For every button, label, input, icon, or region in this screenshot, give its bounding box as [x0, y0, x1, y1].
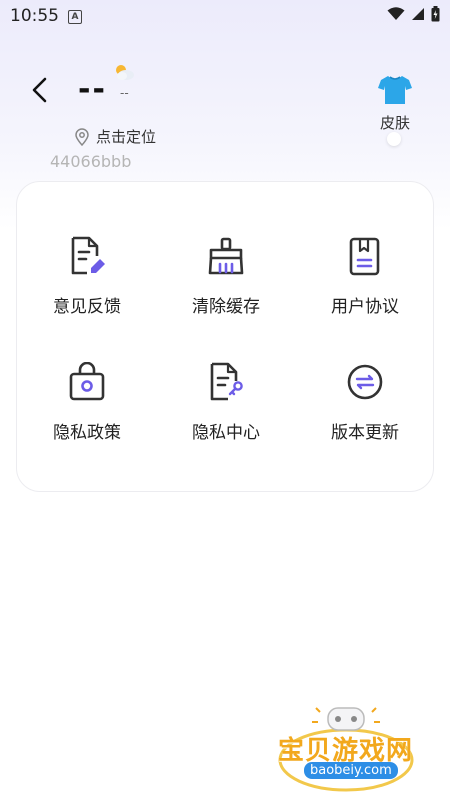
- watermark-logo: 宝贝游戏网 baobeiy.com: [272, 700, 422, 796]
- back-button[interactable]: [22, 72, 58, 108]
- watermark-site: baobeiy.com: [304, 762, 398, 779]
- clear-cache-item[interactable]: 清除缓存: [156, 234, 296, 317]
- version-update-label: 版本更新: [331, 423, 399, 443]
- shopping-bag-icon: [69, 362, 105, 401]
- tshirt-icon: [378, 76, 412, 104]
- page-title: --: [78, 72, 107, 107]
- broom-icon: [208, 237, 244, 275]
- status-time: 10:55: [10, 6, 59, 26]
- keyboard-a-icon: A: [68, 10, 82, 24]
- version-update-item[interactable]: 版本更新: [295, 360, 435, 443]
- partly-cloudy-icon: [112, 62, 136, 86]
- settings-card: 意见反馈 清除缓存 用户协议 隐私政策 隐私中心 版本更新: [16, 181, 434, 492]
- location-button[interactable]: 点击定位: [74, 126, 156, 147]
- battery-icon: [431, 6, 440, 22]
- location-pin-icon: [75, 127, 89, 146]
- device-id: 44066bbb: [50, 152, 132, 171]
- status-bar: 10:55 A: [0, 0, 450, 34]
- user-agreement-label: 用户协议: [331, 297, 399, 317]
- user-agreement-item[interactable]: 用户协议: [295, 234, 435, 317]
- clear-cache-label: 清除缓存: [192, 297, 260, 317]
- privacy-center-label: 隐私中心: [192, 423, 260, 443]
- book-icon: [349, 237, 380, 276]
- feedback-label: 意见反馈: [53, 297, 121, 317]
- feedback-edit-icon: [71, 236, 105, 275]
- status-icons: [387, 6, 440, 22]
- skin-button[interactable]: 皮肤: [372, 74, 418, 133]
- privacy-policy-label: 隐私政策: [53, 423, 121, 443]
- skin-indicator-dot: [387, 132, 401, 146]
- privacy-policy-item[interactable]: 隐私政策: [17, 360, 157, 443]
- wifi-icon: [387, 7, 405, 20]
- chevron-left-icon: [32, 77, 47, 103]
- settings-grid: 意见反馈 清除缓存 用户协议 隐私政策 隐私中心 版本更新: [17, 182, 433, 491]
- location-label: 点击定位: [96, 128, 157, 146]
- refresh-icon: [347, 364, 383, 400]
- signal-icon: [412, 8, 424, 20]
- document-key-icon: [210, 362, 243, 401]
- weather-text: --: [120, 86, 129, 100]
- skin-label: 皮肤: [379, 114, 410, 132]
- feedback-item[interactable]: 意见反馈: [17, 234, 157, 317]
- privacy-center-item[interactable]: 隐私中心: [156, 360, 296, 443]
